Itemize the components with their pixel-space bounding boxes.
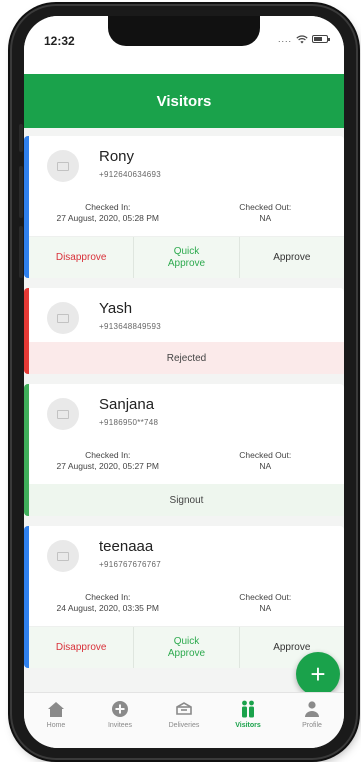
visitor-card-teenaaa[interactable]: teenaaa +916767676767 Checked In: 24 Aug…: [24, 526, 344, 668]
visitor-phone: +912640634693: [99, 170, 161, 179]
avatar-image-icon: [47, 150, 79, 182]
status-icons: ....: [277, 34, 330, 44]
tab-deliveries[interactable]: Deliveries: [152, 693, 216, 748]
page-title: Visitors: [156, 92, 212, 110]
profile-icon: [305, 701, 319, 717]
status-badge: Signout: [29, 484, 344, 516]
tab-invitees[interactable]: Invitees: [88, 693, 152, 748]
visitor-phone: +916767676767: [99, 560, 161, 569]
visitor-name: Sanjana: [99, 396, 155, 413]
checked-in-info: Checked In: 24 August, 2020, 03:35 PM: [56, 592, 160, 613]
checked-in-info: Checked In: 27 August, 2020, 05:27 PM: [56, 450, 160, 471]
status-time: 12:32: [44, 34, 75, 48]
disapprove-button[interactable]: Disapprove: [29, 237, 133, 278]
quick-approve-button[interactable]: Quick Approve: [133, 237, 238, 278]
status-badge: Rejected: [29, 342, 344, 374]
visitor-phone: +9186950**748: [99, 418, 159, 427]
plus-icon: +: [310, 659, 326, 689]
checked-in-info: Checked In: 27 August, 2020, 05:28 PM: [56, 202, 160, 223]
visitor-card-sanjana[interactable]: Sanjana +9186950**748 Checked In: 27 Aug…: [24, 384, 344, 516]
battery-icon: [312, 35, 330, 43]
visitors-icon: [242, 700, 254, 718]
checked-out-info: Checked Out: NA: [239, 202, 292, 223]
quick-approve-button[interactable]: Quick Approve: [133, 627, 238, 668]
notch: [108, 16, 260, 46]
add-visitor-button[interactable]: +: [296, 652, 340, 696]
volume-up-button: [19, 166, 23, 218]
mute-switch: [19, 124, 23, 152]
approve-button[interactable]: Approve: [238, 237, 344, 278]
checked-out-info: Checked Out: NA: [239, 592, 292, 613]
wifi-icon: [296, 34, 308, 43]
tab-home[interactable]: Home: [24, 693, 88, 748]
avatar-image-icon: [47, 302, 79, 334]
delivery-icon: [176, 702, 192, 715]
tab-profile[interactable]: Profile: [280, 693, 344, 748]
signal-icon: ....: [277, 34, 292, 44]
visitor-card-rony[interactable]: Rony +912640634693 Checked In: 27 August…: [24, 136, 344, 278]
add-circle-icon: [112, 701, 128, 717]
bottom-tab-bar: Home Invitees Deliveries Visitors Profil…: [24, 692, 344, 748]
visitor-list: Rony +912640634693 Checked In: 27 August…: [24, 136, 344, 678]
visitor-name: Yash: [99, 300, 133, 317]
app-header: Visitors: [24, 74, 344, 128]
status-bar: 12:32 ....: [24, 16, 344, 74]
avatar-image-icon: [47, 398, 79, 430]
volume-down-button: [19, 226, 23, 278]
home-icon: [48, 702, 64, 717]
disapprove-button[interactable]: Disapprove: [29, 627, 133, 668]
visitor-name: Rony: [99, 148, 135, 165]
checked-out-info: Checked Out: NA: [239, 450, 292, 471]
tab-visitors[interactable]: Visitors: [216, 693, 280, 748]
app-screen: 12:32 .... Visitors Rony +912640634693 C…: [24, 16, 344, 748]
visitor-phone: +913648849593: [99, 322, 161, 331]
visitor-name: teenaaa: [99, 538, 154, 555]
visitor-card-yash[interactable]: Yash +913648849593 Rejected: [24, 288, 344, 374]
avatar-image-icon: [47, 540, 79, 572]
action-row: Disapprove Quick Approve Approve: [29, 626, 344, 668]
action-row: Disapprove Quick Approve Approve: [29, 236, 344, 278]
